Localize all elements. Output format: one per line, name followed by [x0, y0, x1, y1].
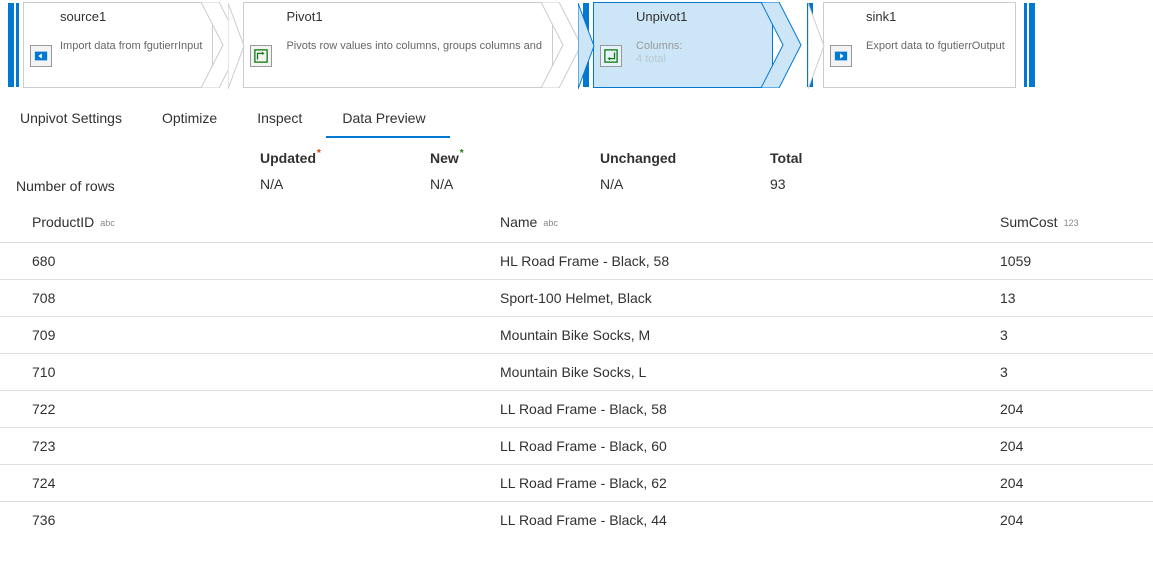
- node-handle[interactable]: [1024, 3, 1027, 87]
- node-desc: Import data from fgutierrInput: [60, 40, 202, 53]
- table-row[interactable]: 723LL Road Frame - Black, 60204: [0, 427, 1153, 464]
- stats-val-unchanged: N/A: [600, 176, 770, 192]
- cell-sumcost: 204: [1000, 512, 1153, 528]
- flow-node-unpivot1[interactable]: Unpivot1 Columns: 4 total: [583, 2, 817, 88]
- cell-productid: 710: [0, 364, 500, 380]
- stats-head-unchanged: Unchanged: [600, 150, 770, 166]
- stats-row-label: Number of rows: [0, 150, 260, 194]
- sink-icon: [830, 45, 852, 67]
- node-tail-in: [228, 3, 246, 89]
- type-badge: 123: [1064, 218, 1079, 228]
- tabs: Unpivot Settings Optimize Inspect Data P…: [0, 102, 1153, 138]
- table-row[interactable]: 709Mountain Bike Socks, M3: [0, 316, 1153, 353]
- stats-val-total: 93: [770, 176, 930, 192]
- flow-node-sink1[interactable]: sink1 Export data to fgutierrOutput: [823, 2, 1039, 88]
- node-title: sink1: [866, 9, 1005, 24]
- table-header-row: ProductIDabc Nameabc SumCost123: [0, 204, 1153, 242]
- cell-name: LL Road Frame - Black, 60: [500, 438, 1000, 454]
- cell-productid: 680: [0, 253, 500, 269]
- pivot-icon: [250, 45, 272, 67]
- node-handle[interactable]: [1029, 3, 1035, 87]
- col-header-productid[interactable]: ProductID: [32, 214, 94, 230]
- cell-sumcost: 204: [1000, 475, 1153, 491]
- cell-name: LL Road Frame - Black, 62: [500, 475, 1000, 491]
- cell-productid: 722: [0, 401, 500, 417]
- data-preview-table: ProductIDabc Nameabc SumCost123 680HL Ro…: [0, 204, 1153, 538]
- node-handle[interactable]: [8, 3, 14, 87]
- stats-val-new: N/A: [430, 176, 600, 192]
- cell-productid: 724: [0, 475, 500, 491]
- node-desc2: 4 total: [636, 53, 762, 66]
- cell-sumcost: 3: [1000, 364, 1153, 380]
- node-desc: Export data to fgutierrOutput: [866, 40, 1005, 53]
- cell-productid: 736: [0, 512, 500, 528]
- flow-node-pivot1[interactable]: Pivot1 Pivots row values into columns, g…: [243, 2, 583, 88]
- cell-name: Sport-100 Helmet, Black: [500, 290, 1000, 306]
- node-title: Unpivot1: [636, 9, 762, 24]
- node-tail-in: [578, 3, 596, 89]
- cell-name: Mountain Bike Socks, L: [500, 364, 1000, 380]
- dataflow-canvas[interactable]: source1 Import data from fgutierrInput P…: [0, 0, 1153, 92]
- cell-name: LL Road Frame - Black, 44: [500, 512, 1000, 528]
- stats-head-total: Total: [770, 150, 930, 166]
- cell-sumcost: 3: [1000, 327, 1153, 343]
- cell-sumcost: 204: [1000, 401, 1153, 417]
- flow-connector: [773, 2, 803, 88]
- cell-productid: 708: [0, 290, 500, 306]
- tab-data-preview[interactable]: Data Preview: [326, 102, 449, 138]
- stats-head-new: New*: [430, 150, 600, 166]
- tab-inspect[interactable]: Inspect: [241, 102, 326, 138]
- cell-sumcost: 1059: [1000, 253, 1153, 269]
- node-tail-in: [808, 3, 826, 89]
- type-badge: abc: [100, 218, 115, 228]
- col-header-name[interactable]: Name: [500, 214, 537, 230]
- col-header-sumcost[interactable]: SumCost: [1000, 214, 1058, 230]
- node-handle[interactable]: [16, 3, 19, 87]
- table-row[interactable]: 724LL Road Frame - Black, 62204: [0, 464, 1153, 501]
- stats-bar: Number of rows Updated* N/A New* N/A Unc…: [0, 138, 1153, 204]
- stats-val-updated: N/A: [260, 176, 430, 192]
- stats-head-updated: Updated*: [260, 150, 430, 166]
- table-row[interactable]: 680HL Road Frame - Black, 581059: [0, 242, 1153, 279]
- node-desc: Pivots row values into columns, groups c…: [286, 40, 542, 53]
- tab-unpivot-settings[interactable]: Unpivot Settings: [4, 102, 146, 138]
- node-title: source1: [60, 9, 202, 24]
- cell-productid: 709: [0, 327, 500, 343]
- type-badge: abc: [543, 218, 558, 228]
- cell-sumcost: 13: [1000, 290, 1153, 306]
- table-row[interactable]: 736LL Road Frame - Black, 44204: [0, 501, 1153, 538]
- cell-name: Mountain Bike Socks, M: [500, 327, 1000, 343]
- table-row[interactable]: 722LL Road Frame - Black, 58204: [0, 390, 1153, 427]
- cell-name: HL Road Frame - Black, 58: [500, 253, 1000, 269]
- cell-name: LL Road Frame - Black, 58: [500, 401, 1000, 417]
- tab-optimize[interactable]: Optimize: [146, 102, 241, 138]
- node-title: Pivot1: [286, 9, 542, 24]
- cell-sumcost: 204: [1000, 438, 1153, 454]
- unpivot-icon: [600, 45, 622, 67]
- source-icon: [30, 45, 52, 67]
- table-row[interactable]: 710Mountain Bike Socks, L3: [0, 353, 1153, 390]
- flow-node-source1[interactable]: source1 Import data from fgutierrInput: [8, 2, 243, 88]
- node-desc: Columns:: [636, 40, 762, 53]
- table-row[interactable]: 708Sport-100 Helmet, Black13: [0, 279, 1153, 316]
- cell-productid: 723: [0, 438, 500, 454]
